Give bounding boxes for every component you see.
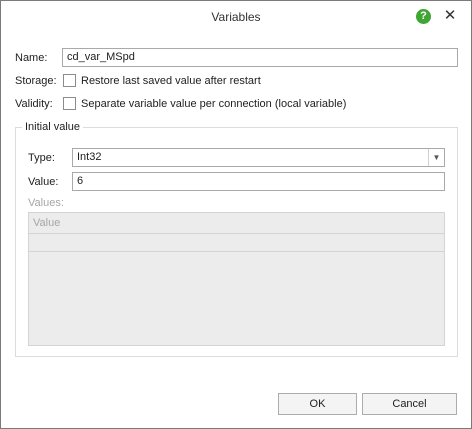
values-grid: Value [28,212,445,346]
close-icon[interactable]: ✕ [441,7,459,25]
type-select-value: Int32 [77,151,102,163]
title-bar: Variables ? ✕ [1,1,471,33]
values-empty-row [29,233,444,252]
validity-checkbox[interactable] [63,97,76,110]
type-label: Type: [28,152,55,164]
validity-checkbox-label[interactable]: Separate variable value per connection (… [81,98,346,110]
name-input[interactable]: cd_var_MSpd [62,48,458,67]
storage-checkbox[interactable] [63,74,76,87]
cancel-button[interactable]: Cancel [362,393,457,415]
validity-label: Validity: [15,98,53,110]
value-input[interactable]: 6 [72,172,445,191]
type-select[interactable]: Int32 ▼ [72,148,445,167]
values-label: Values: [28,197,64,209]
value-label: Value: [28,176,59,188]
storage-label: Storage: [15,75,57,87]
chevron-down-icon[interactable]: ▼ [428,149,444,166]
dialog-title: Variables [211,10,261,24]
storage-checkbox-label[interactable]: Restore last saved value after restart [81,75,261,87]
variables-dialog: Variables ? ✕ Name: cd_var_MSpd Storage:… [0,0,472,429]
initial-value-group-title: Initial value [22,121,84,133]
values-column-header: Value [29,213,444,234]
help-icon[interactable]: ? [416,9,431,24]
name-label: Name: [15,52,48,64]
ok-button[interactable]: OK [278,393,357,415]
